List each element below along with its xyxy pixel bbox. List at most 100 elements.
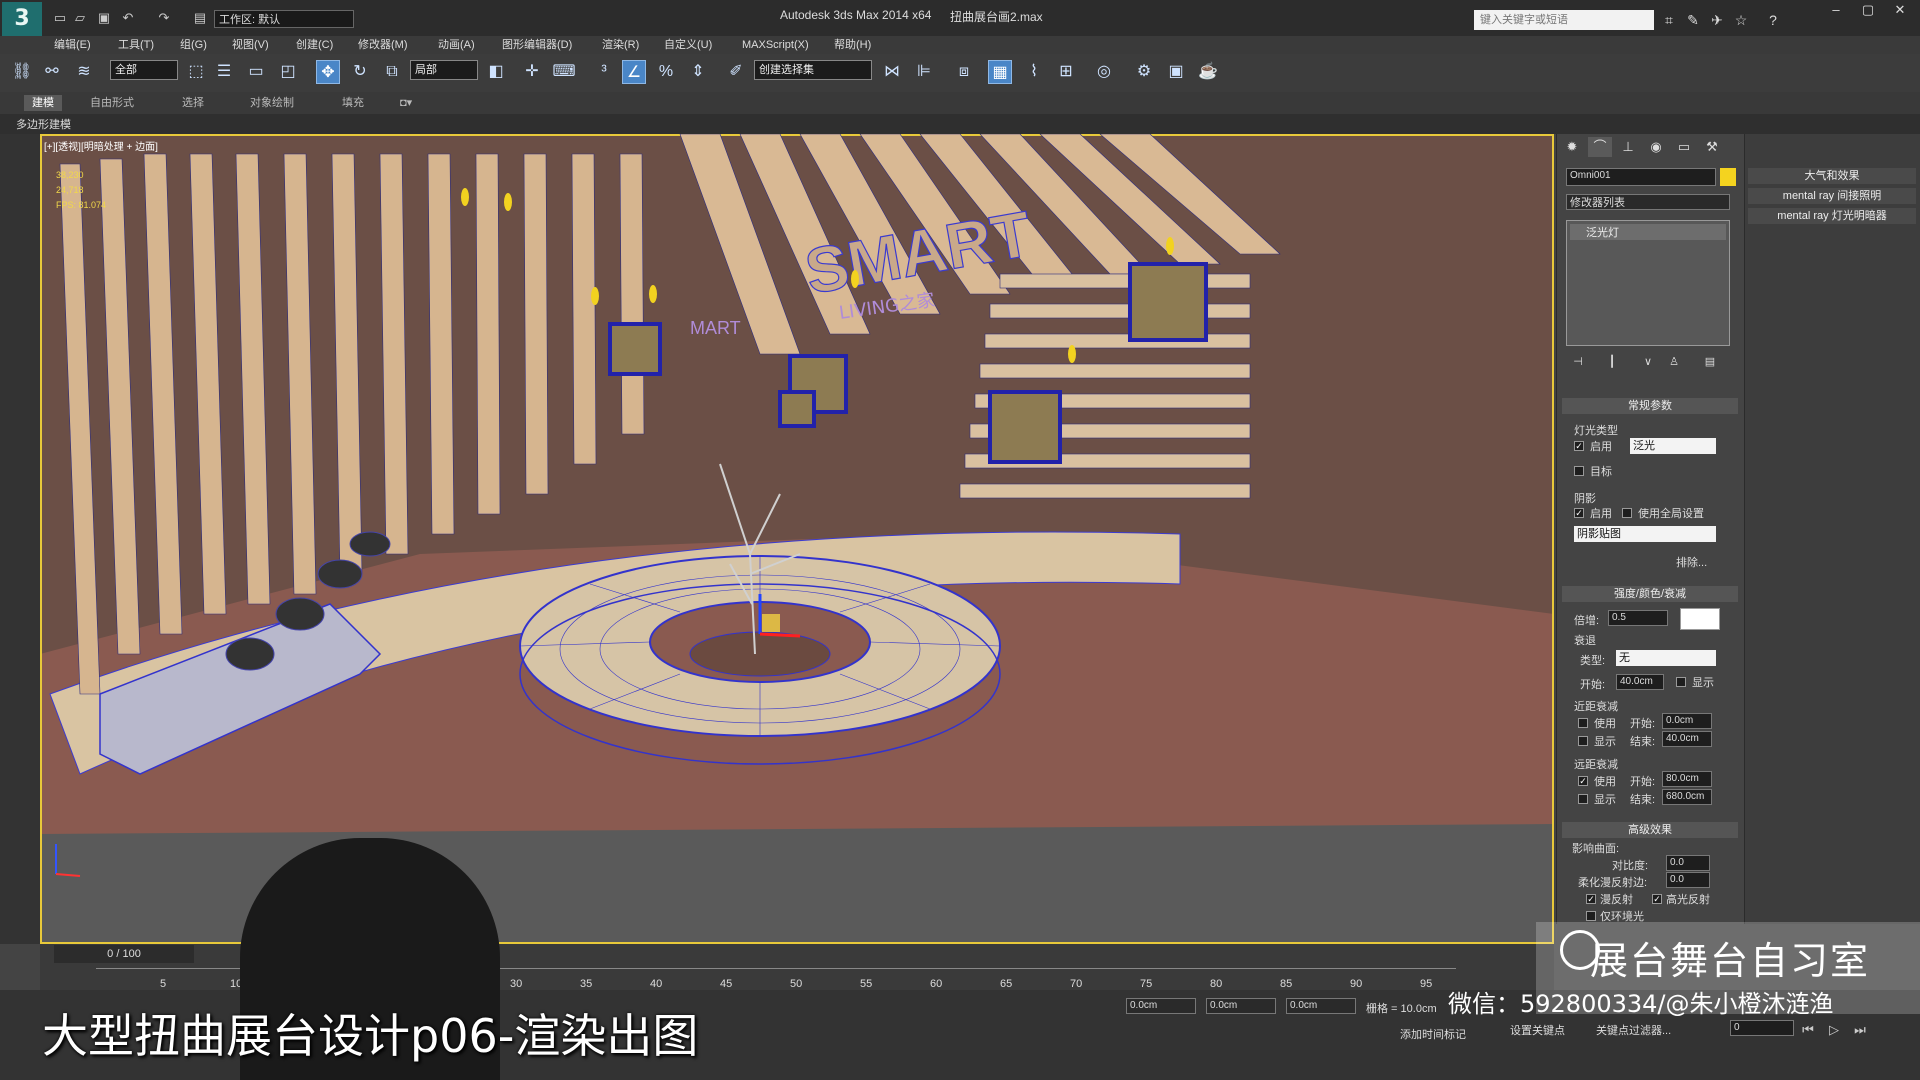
add-time-tag-button[interactable]: 添加时间标记 xyxy=(1400,1026,1466,1042)
pivot-center-icon[interactable]: ◧ xyxy=(484,60,508,84)
save-file-icon[interactable]: ▣ xyxy=(96,10,112,26)
menu-customize[interactable]: 自定义(U) xyxy=(664,36,712,54)
menu-modifiers[interactable]: 修改器(M) xyxy=(358,36,408,54)
menu-maxscript[interactable]: MAXScript(X) xyxy=(742,36,809,54)
decay-type-dropdown[interactable]: 无 xyxy=(1616,650,1716,666)
help-icon[interactable]: ? xyxy=(1764,11,1782,29)
render-setup-icon[interactable]: ⚙ xyxy=(1132,60,1156,84)
multiplier-field[interactable]: 0.5 xyxy=(1608,610,1668,626)
favorites-star-icon[interactable]: ☆ xyxy=(1732,11,1750,29)
create-panel-icon[interactable]: ✹ xyxy=(1560,137,1584,157)
ambient-only-checkbox[interactable] xyxy=(1586,911,1596,921)
object-color-swatch[interactable] xyxy=(1720,168,1736,186)
menu-rendering[interactable]: 渲染(R) xyxy=(602,36,639,54)
rendered-frame-icon[interactable]: ▣ xyxy=(1164,60,1188,84)
align-icon[interactable]: ⊫ xyxy=(912,60,936,84)
select-by-name-icon[interactable]: ☰ xyxy=(212,60,236,84)
make-unique-icon[interactable]: ∨ xyxy=(1636,352,1660,372)
edit-named-selection-icon[interactable]: ✐ xyxy=(724,60,748,84)
schematic-view-icon[interactable]: ⊞ xyxy=(1054,60,1078,84)
show-end-result-icon[interactable]: ┃ xyxy=(1600,352,1624,372)
near-use-checkbox[interactable] xyxy=(1578,718,1588,728)
spinner-snap-icon[interactable]: ⇕ xyxy=(686,60,710,84)
far-show-checkbox[interactable] xyxy=(1578,794,1588,804)
selection-filter-dropdown[interactable]: 全部 xyxy=(110,60,178,80)
open-file-icon[interactable]: ▱ xyxy=(72,10,88,26)
x-coord-field[interactable]: 0.0cm xyxy=(1126,998,1196,1014)
menu-edit[interactable]: 编辑(E) xyxy=(54,36,91,54)
snaps-toggle-icon[interactable]: ³ xyxy=(592,60,616,84)
near-show-checkbox[interactable] xyxy=(1578,736,1588,746)
play-icon[interactable]: ▷ xyxy=(1826,1022,1842,1038)
menu-views[interactable]: 视图(V) xyxy=(232,36,269,54)
perspective-viewport[interactable]: SMART LIVING之家 MART xyxy=(40,134,1554,944)
subscription-icon[interactable]: ✎ xyxy=(1684,11,1702,29)
unlink-icon[interactable]: ⚯ xyxy=(40,60,64,84)
modifier-stack-item[interactable]: 泛光灯 xyxy=(1570,224,1726,240)
layer-manager-icon[interactable]: ⧈ xyxy=(952,60,976,84)
rotate-icon[interactable]: ↻ xyxy=(348,60,372,84)
advanced-effects-header[interactable]: 高级效果 xyxy=(1562,822,1738,838)
current-frame-field[interactable]: 0 xyxy=(1730,1020,1794,1036)
scale-icon[interactable]: ⧉ xyxy=(380,60,404,84)
angle-snap-icon[interactable]: ∠ xyxy=(622,60,646,84)
polygon-modeling-label[interactable]: 多边形建模 xyxy=(16,116,71,132)
ribbon-options-icon[interactable]: ◘▾ xyxy=(400,95,412,111)
minimize-icon[interactable]: – xyxy=(1820,0,1852,20)
material-editor-icon[interactable]: ◎ xyxy=(1092,60,1116,84)
shadow-type-dropdown[interactable]: 阴影贴图 xyxy=(1574,526,1716,542)
close-icon[interactable]: ✕ xyxy=(1884,0,1916,20)
bind-spacewarp-icon[interactable]: ≋ xyxy=(72,60,96,84)
diffuse-checkbox[interactable]: ✓ xyxy=(1586,894,1596,904)
project-folder-icon[interactable]: ▤ xyxy=(192,10,208,26)
key-filters-button[interactable]: 关键点过滤器... xyxy=(1596,1022,1671,1038)
curve-editor-icon[interactable]: ⌇ xyxy=(1022,60,1046,84)
modify-panel-icon[interactable]: ⌒ xyxy=(1588,137,1612,157)
time-slider[interactable]: 0 / 100 xyxy=(54,945,194,963)
target-checkbox[interactable] xyxy=(1574,466,1584,476)
decay-show-checkbox[interactable] xyxy=(1676,677,1686,687)
undo-icon[interactable]: ↶ xyxy=(120,10,136,26)
modifier-stack[interactable]: 泛光灯 xyxy=(1566,220,1730,346)
move-icon[interactable]: ✥ xyxy=(316,60,340,84)
select-object-icon[interactable]: ⬚ xyxy=(184,60,208,84)
binoculars-icon[interactable]: ⌗ xyxy=(1660,11,1678,29)
near-end-field[interactable]: 40.0cm xyxy=(1662,731,1712,747)
keyboard-shortcut-icon[interactable]: ⌨ xyxy=(552,60,576,84)
communication-icon[interactable]: ✈ xyxy=(1708,11,1726,29)
new-file-icon[interactable]: ▭ xyxy=(52,10,68,26)
soften-field[interactable]: 0.0 xyxy=(1666,872,1710,888)
far-end-field[interactable]: 680.0cm xyxy=(1662,789,1712,805)
object-name-field[interactable]: Omni001 xyxy=(1566,168,1716,186)
select-manipulate-icon[interactable]: ✛ xyxy=(520,60,544,84)
redo-icon[interactable]: ↷ xyxy=(156,10,172,26)
modifier-list-dropdown[interactable]: 修改器列表 xyxy=(1566,194,1730,210)
remove-modifier-icon[interactable]: ♙ xyxy=(1662,352,1686,372)
atmospheres-effects-rollout[interactable]: 大气和效果 xyxy=(1748,168,1916,184)
hierarchy-panel-icon[interactable]: ⊥ xyxy=(1616,137,1640,157)
render-production-icon[interactable]: ☕ xyxy=(1196,60,1220,84)
far-start-field[interactable]: 80.0cm xyxy=(1662,771,1712,787)
specular-checkbox[interactable]: ✓ xyxy=(1652,894,1662,904)
decay-start-field[interactable]: 40.0cm xyxy=(1616,674,1664,690)
window-crossing-icon[interactable]: ◰ xyxy=(276,60,300,84)
light-color-swatch[interactable] xyxy=(1680,608,1720,630)
menu-tools[interactable]: 工具(T) xyxy=(118,36,154,54)
menu-graph-editors[interactable]: 图形编辑器(D) xyxy=(502,36,572,54)
tab-populate[interactable]: 填充 xyxy=(342,95,364,111)
menu-animation[interactable]: 动画(A) xyxy=(438,36,475,54)
tab-freeform[interactable]: 自由形式 xyxy=(90,95,134,111)
intensity-header[interactable]: 强度/颜色/衰减 xyxy=(1562,586,1738,602)
tab-object-paint[interactable]: 对象绘制 xyxy=(250,95,294,111)
rect-selection-icon[interactable]: ▭ xyxy=(244,60,268,84)
workspace-dropdown[interactable]: 工作区: 默认 xyxy=(214,10,354,28)
light-enable-checkbox[interactable]: ✓ xyxy=(1574,441,1584,451)
search-input[interactable]: 键入关键字或短语 xyxy=(1474,10,1654,30)
configure-modifier-sets-icon[interactable]: ▤ xyxy=(1698,352,1722,372)
general-params-header[interactable]: 常规参数 xyxy=(1562,398,1738,414)
app-logo[interactable]: 3 xyxy=(2,2,42,36)
z-coord-field[interactable]: 0.0cm xyxy=(1286,998,1356,1014)
maximize-icon[interactable]: ▢ xyxy=(1852,0,1884,20)
graphite-toggle-icon[interactable]: ▦ xyxy=(988,60,1012,84)
exclude-button[interactable]: 排除... xyxy=(1676,554,1707,570)
